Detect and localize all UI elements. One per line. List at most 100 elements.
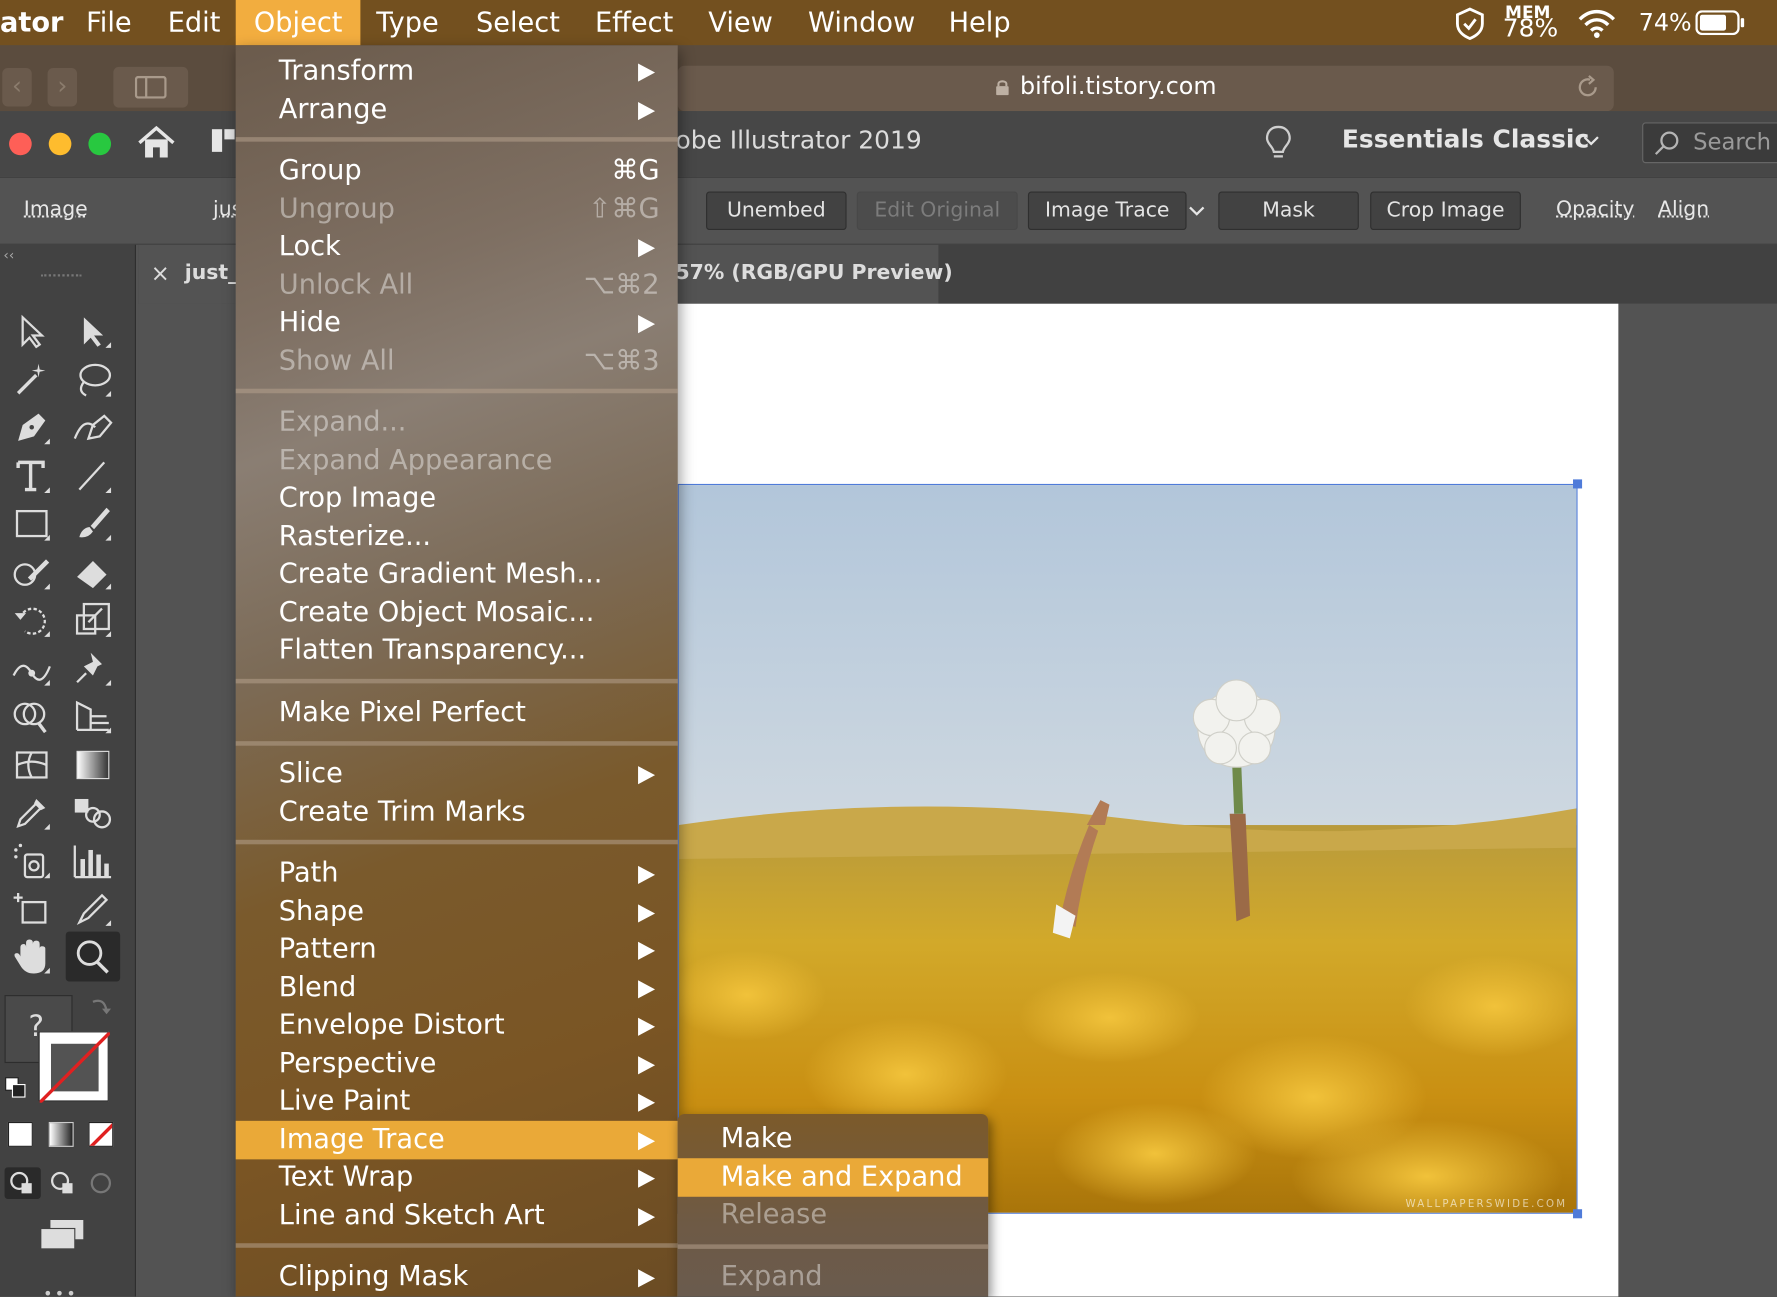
rectangle-tool[interactable]: [7, 501, 57, 546]
submenu-item-make[interactable]: Make: [678, 1120, 989, 1159]
shaper-tool[interactable]: [7, 550, 57, 595]
minimize-window-button[interactable]: [48, 132, 72, 156]
eyedropper-tool[interactable]: [7, 790, 57, 835]
forward-button[interactable]: ›: [47, 67, 78, 107]
maximize-window-button[interactable]: [88, 132, 112, 156]
blend-tool[interactable]: [68, 790, 118, 835]
menu-item-slice[interactable]: Slice: [236, 755, 678, 794]
panel-grip[interactable]: [40, 274, 82, 281]
menu-item-ungroup[interactable]: Ungroup ⇧⌘G: [236, 190, 678, 229]
menu-item-crop-image[interactable]: Crop Image: [236, 479, 678, 518]
paintbrush-tool[interactable]: [68, 501, 118, 546]
home-icon[interactable]: [136, 125, 177, 161]
symbol-sprayer-tool[interactable]: [7, 839, 57, 884]
menu-item-pattern[interactable]: Pattern: [236, 930, 678, 969]
width-tool[interactable]: [7, 646, 57, 691]
chevron-down-icon[interactable]: [1582, 134, 1600, 148]
menu-item-expand[interactable]: Expand...: [236, 403, 678, 442]
submenu-item-make-and-expand[interactable]: Make and Expand: [677, 1158, 989, 1197]
image-trace-presets-chevron-icon[interactable]: [1188, 204, 1206, 218]
image-trace-button[interactable]: Image Trace: [1027, 191, 1187, 231]
stroke-swatch[interactable]: [38, 1031, 110, 1103]
sidebar-toggle-button[interactable]: [113, 66, 189, 108]
menu-item-create-trim-marks[interactable]: Create Trim Marks: [236, 793, 678, 832]
workspace-switcher[interactable]: Essentials Classic: [1342, 126, 1589, 154]
menu-item-rasterize[interactable]: Rasterize...: [236, 518, 678, 557]
type-tool[interactable]: [7, 453, 57, 498]
menu-item-create-object-mosaic[interactable]: Create Object Mosaic...: [236, 594, 678, 633]
magic-wand-tool[interactable]: [7, 357, 57, 402]
menu-object[interactable]: Object: [235, 0, 361, 46]
menu-item-flatten-transparency[interactable]: Flatten Transparency...: [236, 631, 678, 670]
column-graph-tool[interactable]: [68, 839, 118, 884]
close-window-button[interactable]: [9, 132, 32, 156]
menu-item-show-all[interactable]: Show All ⌥⌘3: [236, 342, 678, 381]
menu-item-unlock-all[interactable]: Unlock All ⌥⌘2: [236, 266, 678, 305]
menu-item-group[interactable]: Group ⌘G: [236, 152, 678, 191]
color-mode-button[interactable]: [7, 1121, 33, 1147]
menu-file[interactable]: File: [73, 0, 146, 45]
screen-mode-icon[interactable]: [39, 1217, 87, 1251]
zoom-tool[interactable]: [65, 931, 121, 982]
submenu-item-release[interactable]: Release: [678, 1196, 989, 1235]
eraser-tool[interactable]: [68, 550, 118, 595]
line-segment-tool[interactable]: [68, 453, 118, 498]
unembed-button[interactable]: Unembed: [706, 191, 847, 231]
close-tab-icon[interactable]: ×: [151, 260, 170, 287]
reload-icon[interactable]: [1575, 75, 1600, 100]
perspective-grid-tool[interactable]: [68, 694, 118, 739]
menu-item-make-pixel-perfect[interactable]: Make Pixel Perfect: [236, 694, 678, 733]
menu-item-perspective[interactable]: Perspective: [236, 1045, 678, 1084]
selection-tool[interactable]: [7, 308, 57, 353]
back-button[interactable]: ‹: [2, 67, 32, 107]
mem-value[interactable]: 78%: [1503, 15, 1558, 43]
menu-window[interactable]: Window: [794, 0, 928, 45]
shield-icon[interactable]: [1453, 7, 1487, 41]
menu-edit[interactable]: Edit: [154, 0, 234, 45]
document-tab-name[interactable]: just_: [185, 261, 239, 285]
gradient-tool[interactable]: [68, 742, 118, 787]
collapse-panel-icon[interactable]: ‹‹: [3, 247, 14, 263]
menu-item-image-trace[interactable]: Image Trace: [235, 1120, 678, 1160]
edit-original-button[interactable]: Edit Original: [856, 191, 1018, 231]
lightbulb-icon[interactable]: [1265, 125, 1292, 161]
menu-item-blend[interactable]: Blend: [236, 969, 678, 1008]
menu-item-transform[interactable]: Transform: [236, 52, 678, 91]
mesh-tool[interactable]: [7, 742, 57, 787]
menu-select[interactable]: Select: [462, 0, 573, 45]
menu-item-hide[interactable]: Hide: [236, 304, 678, 343]
menu-item-envelope-distort[interactable]: Envelope Distort: [236, 1006, 678, 1045]
menu-item-create-gradient-mesh[interactable]: Create Gradient Mesh...: [236, 555, 678, 594]
rotate-tool[interactable]: [7, 597, 57, 642]
none-mode-button[interactable]: [88, 1121, 114, 1147]
hand-tool[interactable]: [7, 934, 57, 979]
menu-view[interactable]: View: [695, 0, 787, 45]
curvature-tool[interactable]: [68, 405, 118, 450]
selection-handle[interactable]: [1573, 479, 1583, 489]
crop-image-button[interactable]: Crop Image: [1370, 191, 1521, 231]
menu-item-line-and-sketch-art[interactable]: Line and Sketch Art: [236, 1197, 678, 1236]
search-input[interactable]: Search A: [1693, 128, 1777, 155]
menu-item-clipping-mask[interactable]: Clipping Mask: [236, 1258, 678, 1297]
menu-help[interactable]: Help: [935, 0, 1024, 45]
menu-effect[interactable]: Effect: [581, 0, 686, 45]
menu-item-arrange[interactable]: Arrange: [236, 91, 678, 130]
direct-selection-tool[interactable]: [68, 308, 118, 353]
drawing-modes-icon[interactable]: [4, 1167, 118, 1200]
menu-item-text-wrap[interactable]: Text Wrap: [236, 1158, 678, 1197]
arrange-documents-icon[interactable]: [211, 127, 236, 154]
address-url[interactable]: bifoli.tistory.com: [1020, 73, 1217, 100]
menu-item-path[interactable]: Path: [236, 855, 678, 894]
search-icon[interactable]: [1652, 129, 1686, 156]
selection-handle[interactable]: [1573, 1209, 1583, 1219]
align-link[interactable]: Align: [1658, 197, 1709, 221]
mask-button[interactable]: Mask: [1218, 191, 1359, 231]
slice-tool[interactable]: [68, 886, 118, 931]
menu-type[interactable]: Type: [363, 0, 453, 45]
menu-item-shape[interactable]: Shape: [236, 893, 678, 932]
artboard-tool[interactable]: [7, 886, 57, 931]
shape-builder-tool[interactable]: [7, 694, 57, 739]
pen-tool[interactable]: [7, 405, 57, 450]
menu-item-expand-appearance[interactable]: Expand Appearance: [236, 442, 678, 481]
gradient-mode-button[interactable]: [48, 1121, 74, 1147]
